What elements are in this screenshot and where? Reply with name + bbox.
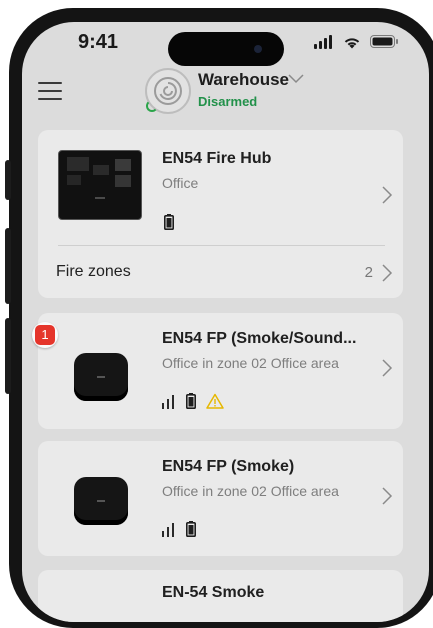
- menu-line: [38, 90, 62, 92]
- phone-side-button: [5, 228, 11, 304]
- device-location: Office in zone 02 Office area: [162, 355, 339, 371]
- phone-side-button: [5, 160, 11, 200]
- warning-icon: [206, 393, 224, 409]
- device-status-icons: [162, 521, 196, 537]
- chevron-right-icon[interactable]: [381, 264, 393, 282]
- hub-card[interactable]: EN54 Fire Hub Office Fire zones 2: [38, 130, 403, 298]
- status-time: 9:41: [78, 31, 119, 53]
- fire-zones-count: 2: [364, 264, 373, 281]
- menu-line: [38, 98, 62, 100]
- notification-badge: 1: [32, 322, 58, 348]
- device-location: Office in zone 02 Office area: [162, 483, 339, 499]
- signal-icon: [162, 395, 174, 409]
- chevron-down-icon[interactable]: [288, 72, 304, 84]
- divider: [58, 245, 385, 246]
- hub-title: EN54 Fire Hub: [162, 150, 272, 167]
- chevron-right-icon[interactable]: [381, 487, 393, 505]
- battery-icon: [186, 393, 196, 409]
- connection-spinner-icon: [146, 100, 158, 112]
- dynamic-island: [168, 32, 284, 66]
- hub-image: [58, 150, 142, 220]
- device-image: [74, 353, 128, 401]
- device-card[interactable]: EN-54 Smoke: [38, 570, 403, 622]
- battery-status-icon: [370, 35, 398, 48]
- badge-count: 1: [35, 325, 55, 345]
- camera-icon: [254, 45, 262, 53]
- status-bar: 9:41: [22, 22, 429, 66]
- device-title: EN-54 Smoke: [162, 584, 265, 601]
- wifi-icon: [344, 38, 360, 49]
- chevron-right-icon[interactable]: [381, 359, 393, 377]
- phone-side-button: [5, 318, 11, 394]
- menu-button[interactable]: [38, 80, 66, 102]
- battery-icon: [164, 214, 174, 230]
- device-card[interactable]: EN54 FP (Smoke/Sound... Office in zone 0…: [38, 313, 403, 429]
- app-header: Warehouse Disarmed: [22, 66, 429, 126]
- chevron-right-icon[interactable]: [381, 186, 393, 204]
- status-icons: [314, 35, 398, 49]
- fire-zones-label[interactable]: Fire zones: [56, 263, 131, 281]
- device-title: EN54 FP (Smoke): [162, 458, 295, 475]
- device-card[interactable]: EN54 FP (Smoke) Office in zone 02 Office…: [38, 441, 403, 556]
- menu-line: [38, 82, 62, 84]
- cellular-signal-icon: [314, 35, 332, 49]
- device-status-icons: [162, 393, 224, 409]
- hub-screen-icon: [67, 157, 131, 199]
- app-screen: 9:41 Warehouse Disarmed EN54 Fire Hub Of…: [22, 22, 429, 622]
- signal-icon: [162, 523, 174, 537]
- device-image: [74, 477, 128, 525]
- security-status: Disarmed: [198, 94, 258, 109]
- device-title: EN54 FP (Smoke/Sound...: [162, 330, 357, 347]
- site-name[interactable]: Warehouse: [198, 70, 289, 90]
- battery-icon: [186, 521, 196, 537]
- hub-room: Office: [162, 175, 199, 191]
